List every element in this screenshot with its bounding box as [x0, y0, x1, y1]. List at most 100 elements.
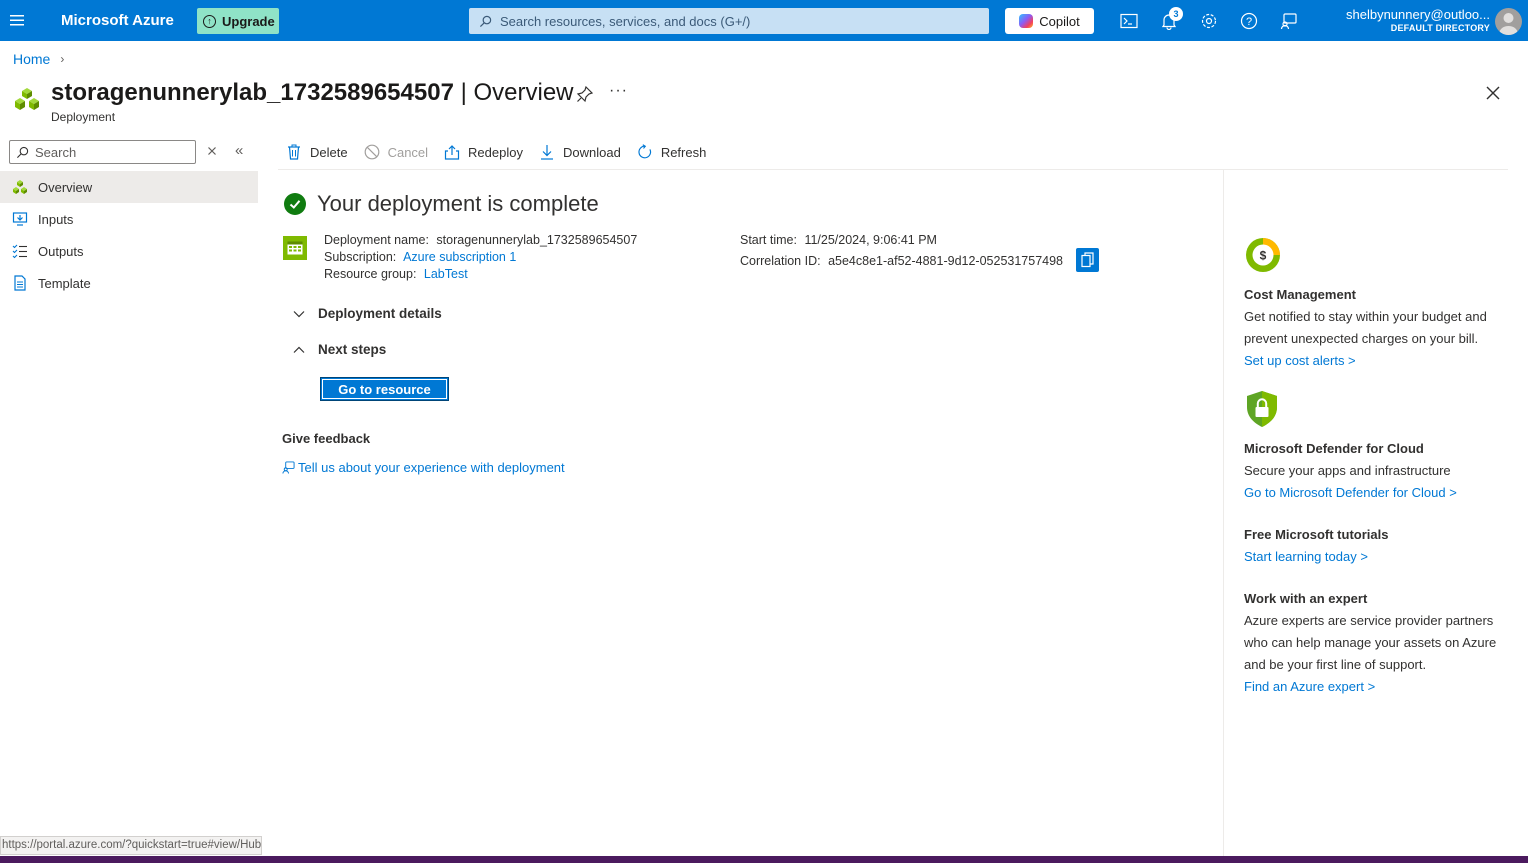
- delete-label: Delete: [310, 144, 348, 160]
- sidebar-item-label: Template: [38, 275, 91, 291]
- deployment-status: Your deployment is complete: [284, 191, 599, 217]
- avatar[interactable]: [1495, 8, 1522, 35]
- clear-search-icon[interactable]: [205, 144, 219, 158]
- copilot-label: Copilot: [1039, 13, 1080, 29]
- page-title: storagenunnerylab_1732589654507 | Overvi…: [51, 79, 574, 107]
- svg-text:$: $: [1260, 249, 1267, 263]
- breadcrumb: Home ›: [13, 51, 64, 67]
- svg-text:?: ?: [1246, 16, 1252, 28]
- link-url-tooltip: https://portal.azure.com/?quickstart=tru…: [0, 836, 262, 855]
- resource-type: Deployment: [51, 110, 116, 124]
- cost-alerts-link[interactable]: Set up cost alerts >: [1244, 350, 1514, 372]
- sidebar-search-input[interactable]: Search: [9, 140, 196, 164]
- account-menu[interactable]: shelbynunnery@outloo... DEFAULT DIRECTOR…: [1346, 7, 1490, 33]
- upgrade-label: Upgrade: [222, 13, 275, 29]
- arrow-up-circle-icon: ↑: [203, 14, 216, 28]
- deployment-details-label: Deployment details: [318, 306, 442, 321]
- expert-link[interactable]: Find an Azure expert >: [1244, 676, 1514, 698]
- sidebar-item-inputs[interactable]: Inputs: [0, 203, 258, 235]
- refresh-button[interactable]: Refresh: [629, 138, 715, 166]
- cost-title: Cost Management: [1244, 287, 1356, 302]
- expert-card: Work with an expert Azure experts are se…: [1244, 588, 1514, 698]
- deployment-cubes-icon: [15, 88, 39, 110]
- defender-title: Microsoft Defender for Cloud: [1244, 441, 1424, 456]
- breadcrumb-home[interactable]: Home: [13, 51, 50, 67]
- sidebar-item-overview[interactable]: Overview: [0, 171, 258, 203]
- subscription-label: Subscription:: [324, 250, 397, 264]
- feedback-link[interactable]: Tell us about your experience with deplo…: [282, 460, 565, 475]
- help-question-icon[interactable]: ?: [1239, 11, 1259, 31]
- sidebar-item-label: Overview: [38, 179, 93, 195]
- download-button[interactable]: Download: [531, 138, 629, 166]
- tutorials-link[interactable]: Start learning today >: [1244, 546, 1514, 568]
- defender-shield-icon: [1247, 391, 1277, 427]
- start-time-value: 11/25/2024, 9:06:41 PM: [804, 233, 937, 247]
- start-time-label: Start time:: [740, 233, 797, 247]
- copy-icon: [1081, 252, 1094, 268]
- expert-desc-2: who can help manage your assets on Azure: [1244, 635, 1497, 650]
- redeploy-button[interactable]: Redeploy: [436, 138, 531, 166]
- collapse-sidebar-icon[interactable]: «: [235, 142, 243, 159]
- expert-desc-3: and be your first line of support.: [1244, 657, 1427, 672]
- cancel-button[interactable]: Cancel: [356, 138, 436, 166]
- sidebar-item-label: Outputs: [38, 243, 84, 259]
- deployment-info-left: Deployment name: storagenunnerylab_17325…: [324, 232, 637, 283]
- brand-link[interactable]: Microsoft Azure: [61, 12, 174, 29]
- status-text: Your deployment is complete: [317, 191, 599, 216]
- correlation-id-value: a5e4c8e1-af52-4881-9d12-052531757498: [828, 254, 1064, 268]
- sidebar-item-outputs[interactable]: Outputs: [0, 235, 258, 267]
- feedback-icon: [282, 461, 295, 474]
- copy-button[interactable]: [1076, 248, 1099, 272]
- tutorials-card: Free Microsoft tutorials Start learning …: [1244, 524, 1514, 568]
- download-icon: [539, 144, 555, 160]
- pin-icon[interactable]: [576, 85, 594, 103]
- sidebar-search-placeholder: Search: [35, 144, 77, 160]
- taskbar-strip: [0, 856, 1528, 863]
- close-icon[interactable]: [1484, 84, 1502, 102]
- toolbar-divider: [278, 169, 1508, 170]
- cost-desc-1: Get notified to stay within your budget …: [1244, 309, 1487, 324]
- go-to-resource-button[interactable]: Go to resource: [320, 377, 449, 401]
- global-search-input[interactable]: Search resources, services, and docs (G+…: [469, 8, 989, 34]
- sidebar-nav: Overview Inputs Outputs Template: [0, 171, 258, 299]
- deployment-cubes-icon: [12, 179, 28, 195]
- refresh-label: Refresh: [660, 144, 707, 160]
- resource-group-link[interactable]: LabTest: [424, 267, 468, 281]
- search-icon: [479, 15, 492, 27]
- expert-desc-1: Azure experts are service provider partn…: [1244, 613, 1494, 628]
- top-bar: Microsoft Azure ↑ Upgrade Search resourc…: [0, 0, 1528, 41]
- upgrade-button[interactable]: ↑ Upgrade: [197, 8, 279, 34]
- cloud-shell-icon[interactable]: [1119, 11, 1139, 31]
- notification-badge: 3: [1169, 7, 1183, 21]
- chevron-up-icon: [292, 343, 306, 357]
- feedback-icon[interactable]: [1279, 11, 1299, 31]
- resource-name: storagenunnerylab_1732589654507: [51, 79, 454, 106]
- deployment-calendar-icon: [283, 236, 307, 260]
- settings-gear-icon[interactable]: [1199, 11, 1219, 31]
- next-steps-toggle[interactable]: Next steps: [292, 342, 386, 357]
- sidebar-item-template[interactable]: Template: [0, 267, 258, 299]
- redeploy-label: Redeploy: [468, 144, 523, 160]
- cost-management-icon: $: [1246, 238, 1280, 272]
- account-email: shelbynunnery@outloo...: [1345, 7, 1490, 22]
- more-options-icon[interactable]: ···: [609, 82, 628, 100]
- feedback-link-label: Tell us about your experience with deplo…: [298, 460, 565, 475]
- global-search-placeholder: Search resources, services, and docs (G+…: [500, 13, 751, 29]
- cost-management-card: Cost Management Get notified to stay wit…: [1244, 284, 1514, 372]
- resource-group-label: Resource group:: [324, 267, 417, 281]
- download-label: Download: [562, 144, 621, 160]
- hamburger-menu-icon[interactable]: [8, 11, 26, 29]
- defender-link[interactable]: Go to Microsoft Defender for Cloud >: [1244, 482, 1514, 504]
- template-document-icon: [12, 275, 28, 291]
- account-directory: DEFAULT DIRECTORY: [1390, 23, 1490, 33]
- copilot-button[interactable]: Copilot: [1005, 8, 1094, 34]
- panel-divider: [1223, 170, 1224, 856]
- chevron-down-icon: [292, 307, 306, 321]
- expert-title: Work with an expert: [1244, 591, 1368, 606]
- deployment-name-value: storagenunnerylab_1732589654507: [436, 233, 638, 247]
- cancel-circle-icon: [364, 144, 380, 160]
- delete-button[interactable]: Delete: [278, 138, 356, 166]
- deployment-details-toggle[interactable]: Deployment details: [292, 306, 442, 321]
- success-check-icon: [284, 193, 306, 215]
- subscription-link[interactable]: Azure subscription 1: [403, 250, 516, 264]
